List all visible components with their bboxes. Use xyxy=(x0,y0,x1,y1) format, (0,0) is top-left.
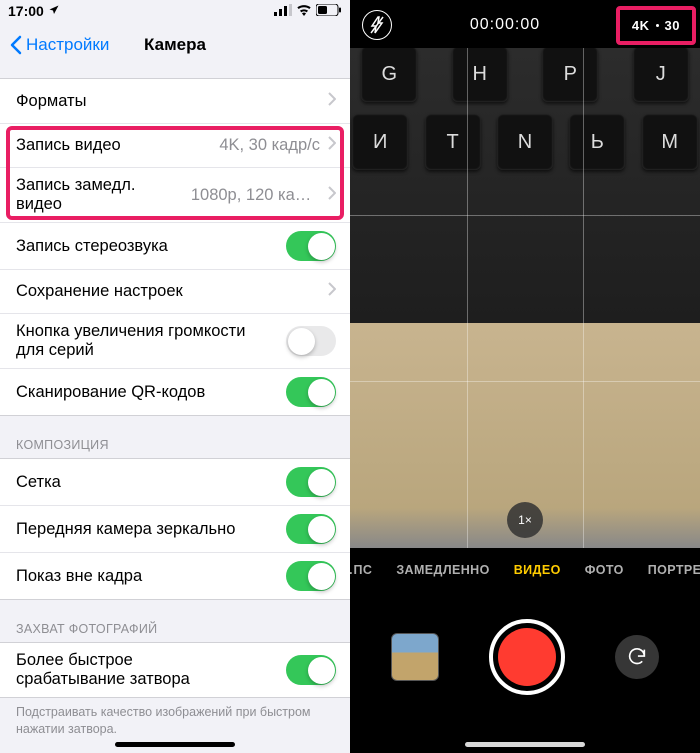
grid-line xyxy=(583,48,584,548)
flash-button[interactable] xyxy=(362,10,392,40)
grid-line xyxy=(350,215,700,216)
row-mirror-front[interactable]: Передняя камера зеркально xyxy=(0,505,350,552)
row-formats[interactable]: Форматы xyxy=(0,79,350,123)
mode-selector[interactable]: …ПС ЗАМЕДЛЕННО ВИДЕО ФОТО ПОРТРЕТ xyxy=(350,548,700,592)
back-button[interactable]: Настройки xyxy=(10,35,109,55)
mode-option[interactable]: ФОТО xyxy=(585,563,624,577)
resolution-selector[interactable]: 4K 30 xyxy=(622,12,690,39)
toggle-faster-shutter[interactable] xyxy=(286,655,336,685)
last-photo-thumbnail[interactable] xyxy=(391,633,439,681)
viewfinder-content: G H P J xyxy=(350,48,700,106)
mode-option[interactable]: ЗАМЕДЛЕННО xyxy=(396,563,489,577)
chevron-right-icon xyxy=(328,92,336,111)
chevron-right-icon xyxy=(328,186,336,205)
toggle-mirror-front[interactable] xyxy=(286,514,336,544)
shutter-inner xyxy=(498,628,556,686)
settings-screen: 17:00 Настройки Камера Фор xyxy=(0,0,350,753)
section-footer-capture: Подстраивать качество изображений при бы… xyxy=(0,698,350,738)
toggle-volume-burst[interactable] xyxy=(286,326,336,356)
row-video-record[interactable]: Запись видео 4K, 30 кадр/с xyxy=(0,123,350,167)
annotation-highlight-resolution: 4K 30 xyxy=(616,6,696,45)
camera-top-bar: 00:00:00 4K 30 xyxy=(350,0,700,48)
toggle-qr[interactable] xyxy=(286,377,336,407)
camera-viewfinder[interactable]: G H P J И Т N Ь М 1× xyxy=(350,48,700,548)
zoom-button[interactable]: 1× xyxy=(507,502,543,538)
row-volume-burst[interactable]: Кнопка увеличения громкости для серий xyxy=(0,313,350,368)
camera-screen: 00:00:00 4K 30 G H P J И Т N Ь М 1 xyxy=(350,0,700,753)
row-stereo[interactable]: Запись стереозвука xyxy=(0,222,350,269)
shutter-button[interactable] xyxy=(489,619,565,695)
location-icon xyxy=(48,3,60,19)
mode-option[interactable]: ПОРТРЕТ xyxy=(648,563,700,577)
back-label: Настройки xyxy=(26,35,109,55)
settings-content: Форматы Запись видео 4K, 30 кадр/с Запис… xyxy=(0,68,350,753)
toggle-outside-frame[interactable] xyxy=(286,561,336,591)
section-header-composition: Композиция xyxy=(0,416,350,458)
row-outside-frame[interactable]: Показ вне кадра xyxy=(0,552,350,599)
status-bar: 17:00 xyxy=(0,0,350,22)
battery-icon xyxy=(316,3,342,19)
status-time: 17:00 xyxy=(8,3,44,19)
toggle-grid[interactable] xyxy=(286,467,336,497)
row-qr[interactable]: Сканирование QR-кодов xyxy=(0,368,350,415)
chevron-right-icon xyxy=(328,282,336,301)
flip-camera-button[interactable] xyxy=(615,635,659,679)
separator-dot xyxy=(656,24,659,27)
section-header-capture: Захват фотографий xyxy=(0,600,350,642)
row-preserve[interactable]: Сохранение настроек xyxy=(0,269,350,313)
row-grid[interactable]: Сетка xyxy=(0,459,350,505)
row-faster-shutter[interactable]: Более быстрое срабатывание затвора xyxy=(0,643,350,697)
home-indicator[interactable] xyxy=(115,742,235,747)
toggle-stereo[interactable] xyxy=(286,231,336,261)
home-indicator[interactable] xyxy=(465,742,585,747)
record-timer: 00:00:00 xyxy=(470,16,540,34)
mode-option[interactable]: …ПС xyxy=(350,563,372,577)
grid-line xyxy=(350,381,700,382)
row-slomo[interactable]: Запись замедл. видео 1080p, 120 кад… xyxy=(0,167,350,222)
wifi-icon xyxy=(296,3,312,19)
signal-icon xyxy=(274,3,292,19)
chevron-right-icon xyxy=(328,136,336,155)
nav-bar: Настройки Камера xyxy=(0,22,350,68)
camera-bottom-bar: …ПС ЗАМЕДЛЕННО ВИДЕО ФОТО ПОРТРЕТ xyxy=(350,548,700,753)
grid-line xyxy=(467,48,468,548)
mode-option-selected[interactable]: ВИДЕО xyxy=(514,563,561,577)
resolution-label: 4K xyxy=(632,18,650,33)
viewfinder-content: И Т N Ь М xyxy=(350,110,700,174)
fps-label: 30 xyxy=(665,18,680,33)
